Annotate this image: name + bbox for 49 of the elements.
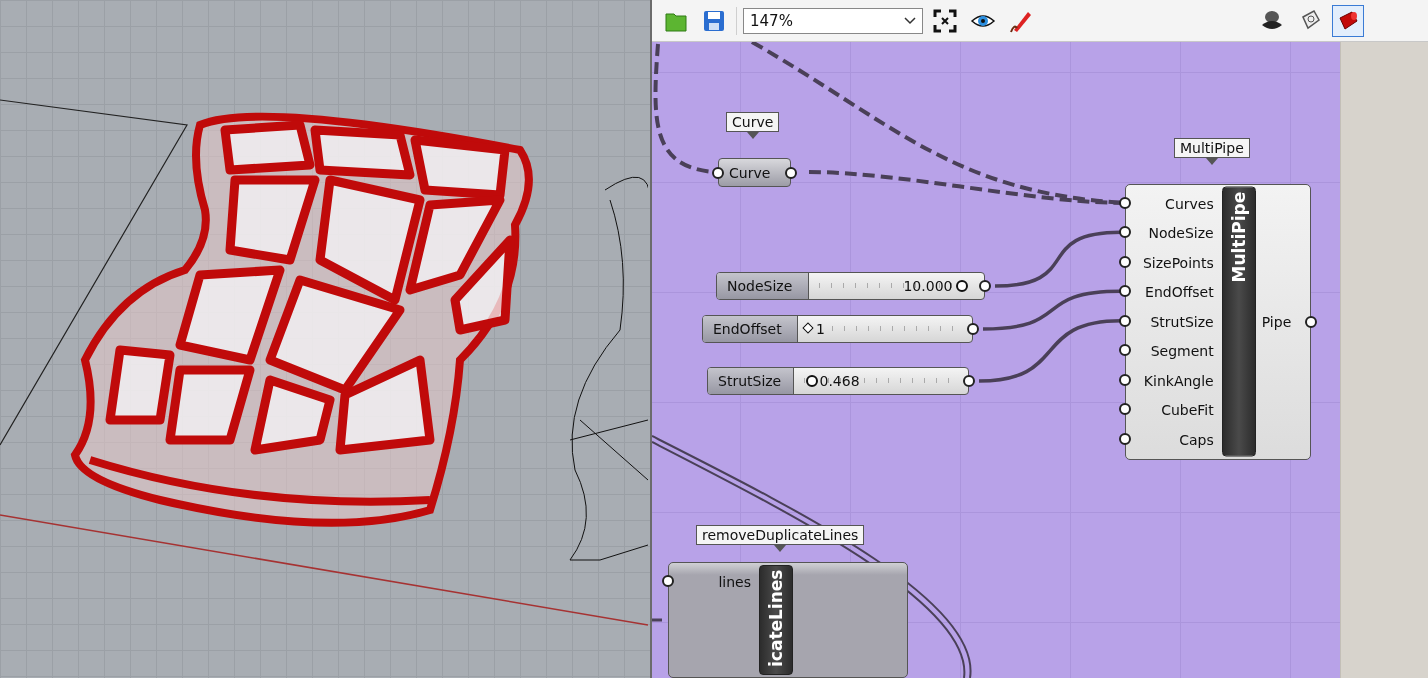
input-grip[interactable] <box>1119 226 1131 239</box>
slider-thumb[interactable] <box>802 322 814 334</box>
slider-value: 0.468 <box>819 373 860 389</box>
input-label: lines <box>718 573 751 590</box>
component-title: icateLines <box>759 565 793 675</box>
input-grip[interactable] <box>1119 196 1131 209</box>
input-grip[interactable] <box>1119 344 1131 357</box>
input-label: Caps <box>1179 431 1214 448</box>
input-label: KinkAngle <box>1143 372 1214 389</box>
slider-thumb[interactable] <box>805 375 818 387</box>
input-label: Segment <box>1150 343 1214 360</box>
slider-name: StrutSize <box>708 368 794 394</box>
zoom-extents-icon <box>932 7 958 34</box>
input-label: CubeFit <box>1161 402 1214 419</box>
slider-value: 10.000 <box>903 278 953 294</box>
input-label: NodeSize <box>1148 225 1214 242</box>
number-slider[interactable]: EndOffset 1 <box>702 315 973 343</box>
tag-pointer <box>1205 158 1218 165</box>
tag-pointer <box>746 132 759 139</box>
slider-value: 1 <box>816 321 825 337</box>
tag-pointer <box>774 545 787 552</box>
number-slider[interactable]: StrutSize 0.468 <box>707 367 969 395</box>
curve-param[interactable]: Curve <box>718 158 791 187</box>
wire <box>652 618 662 622</box>
input-grip[interactable] <box>712 166 724 179</box>
param-tag: Curve <box>726 112 780 132</box>
input-label: SizePoints <box>1142 254 1214 271</box>
component-tag: MultiPipe <box>1174 138 1250 158</box>
component-node[interactable]: Curves NodeSize SizePoints EndOffset StrutSize Segment KinkAngle CubeFit Caps MultiPipe Pipe <box>1125 184 1311 460</box>
zoom-dropdown[interactable]: 147% <box>743 7 923 34</box>
input-label: StrutSize <box>1150 313 1214 330</box>
input-grip[interactable] <box>1119 403 1131 416</box>
input-grip[interactable] <box>1119 314 1131 327</box>
preview-mode-button[interactable] <box>1332 4 1364 37</box>
component-tag: removeDuplicateLines <box>696 525 865 545</box>
input-grip[interactable] <box>1119 285 1131 298</box>
chevron-icon <box>904 16 916 25</box>
input-grip[interactable] <box>1119 255 1131 268</box>
output-label: Pipe <box>1261 313 1292 330</box>
input-label: EndOffset <box>1145 284 1214 301</box>
slider-name: NodeSize <box>717 273 809 299</box>
slider-name: EndOffset <box>703 316 798 342</box>
input-label: Curves <box>1165 195 1214 212</box>
slider-thumb[interactable] <box>956 280 969 292</box>
component-title: MultiPipe <box>1221 187 1256 457</box>
input-grip[interactable] <box>662 574 674 587</box>
input-grip[interactable] <box>1119 432 1131 445</box>
number-slider[interactable]: NodeSize 10.000 <box>716 272 985 300</box>
input-grip[interactable] <box>1119 373 1131 386</box>
